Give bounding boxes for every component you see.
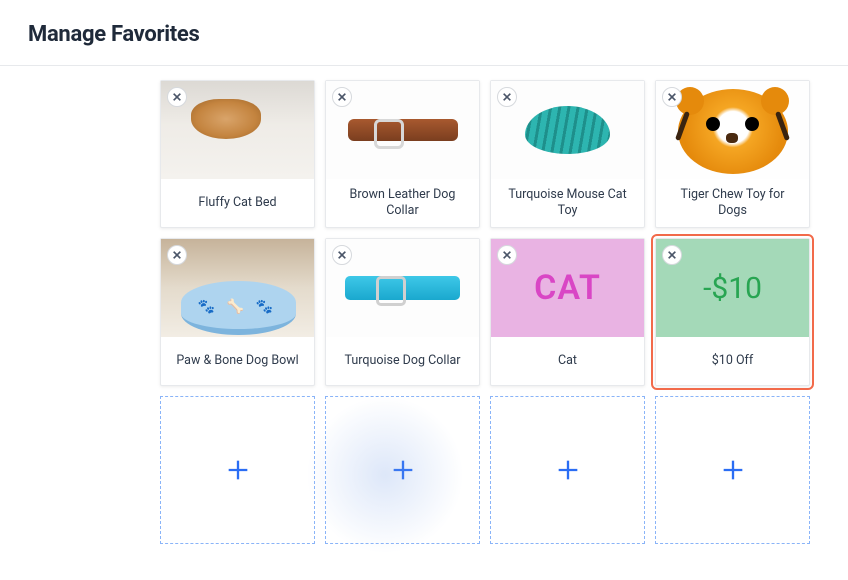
plus-icon bbox=[719, 456, 747, 484]
favorite-card[interactable]: Paw & Bone Dog Bowl bbox=[160, 238, 315, 386]
favorite-card[interactable]: Turquoise Dog Collar bbox=[325, 238, 480, 386]
remove-button[interactable] bbox=[497, 87, 517, 107]
image-overlay-text: -$10 bbox=[703, 271, 762, 306]
product-label: Paw & Bone Dog Bowl bbox=[161, 337, 314, 385]
add-favorite-slot[interactable] bbox=[325, 396, 480, 544]
page-title: Manage Favorites bbox=[28, 22, 820, 47]
product-label: $10 Off bbox=[656, 337, 809, 385]
favorite-card[interactable]: Fluffy Cat Bed bbox=[160, 80, 315, 228]
close-icon bbox=[337, 250, 347, 260]
image-overlay-text: CAT bbox=[534, 268, 601, 308]
plus-icon bbox=[389, 456, 417, 484]
favorite-card[interactable]: Tiger Chew Toy for Dogs bbox=[655, 80, 810, 228]
remove-button[interactable] bbox=[167, 245, 187, 265]
favorites-grid: Fluffy Cat BedBrown Leather Dog CollarTu… bbox=[0, 66, 848, 564]
remove-button[interactable] bbox=[497, 245, 517, 265]
product-label: Turquoise Dog Collar bbox=[326, 337, 479, 385]
close-icon bbox=[172, 250, 182, 260]
remove-button[interactable] bbox=[332, 87, 352, 107]
product-label: Brown Leather Dog Collar bbox=[326, 179, 479, 227]
remove-button[interactable] bbox=[332, 245, 352, 265]
plus-icon bbox=[554, 456, 582, 484]
product-label: Cat bbox=[491, 337, 644, 385]
add-favorite-slot[interactable] bbox=[160, 396, 315, 544]
remove-button[interactable] bbox=[167, 87, 187, 107]
close-icon bbox=[502, 250, 512, 260]
remove-button[interactable] bbox=[662, 87, 682, 107]
header: Manage Favorites bbox=[0, 0, 848, 66]
plus-icon bbox=[224, 456, 252, 484]
close-icon bbox=[172, 92, 182, 102]
product-label: Fluffy Cat Bed bbox=[161, 179, 314, 227]
favorite-card[interactable]: Turquoise Mouse Cat Toy bbox=[490, 80, 645, 228]
close-icon bbox=[667, 92, 677, 102]
product-label: Turquoise Mouse Cat Toy bbox=[491, 179, 644, 227]
favorite-card[interactable]: -$10 $10 Off bbox=[655, 238, 810, 386]
remove-button[interactable] bbox=[662, 245, 682, 265]
close-icon bbox=[337, 92, 347, 102]
favorite-card[interactable]: Brown Leather Dog Collar bbox=[325, 80, 480, 228]
add-favorite-slot[interactable] bbox=[490, 396, 645, 544]
add-favorite-slot[interactable] bbox=[655, 396, 810, 544]
close-icon bbox=[502, 92, 512, 102]
product-label: Tiger Chew Toy for Dogs bbox=[656, 179, 809, 227]
close-icon bbox=[667, 250, 677, 260]
favorite-card[interactable]: CAT Cat bbox=[490, 238, 645, 386]
